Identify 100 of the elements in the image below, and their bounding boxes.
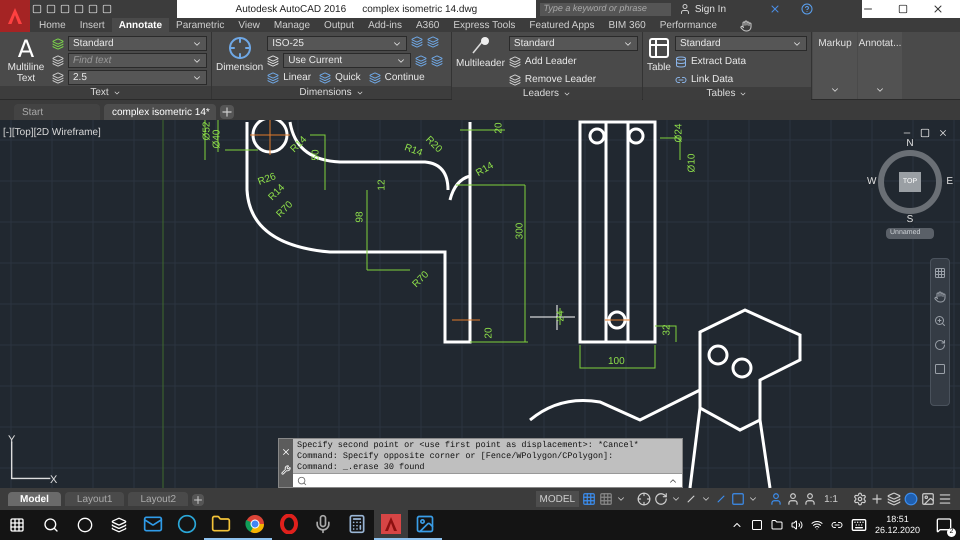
leader-icon <box>470 36 490 56</box>
ribbon-button[interactable]: Linear <box>267 70 312 85</box>
object-snap-icon[interactable] <box>731 492 746 506</box>
keyboard-icon[interactable] <box>850 517 867 533</box>
panel-title[interactable]: Text <box>0 86 211 99</box>
search-field[interactable]: Type a keyword or phrase <box>540 2 671 16</box>
layout-tab[interactable]: Layout1 <box>64 492 124 506</box>
command-input[interactable] <box>293 473 682 487</box>
close-icon[interactable] <box>281 447 291 457</box>
restore-icon[interactable] <box>898 4 908 14</box>
hardware-acceleration-icon[interactable] <box>904 492 918 506</box>
notification-icon[interactable] <box>936 517 952 533</box>
ortho-icon[interactable] <box>637 492 652 506</box>
ribbon-tab[interactable]: Express Tools <box>446 18 522 32</box>
table-icon <box>647 36 671 60</box>
auto-scale-icon[interactable] <box>786 492 800 506</box>
cortana-icon[interactable] <box>77 517 93 533</box>
ribbon-button[interactable]: Remove Leader <box>508 72 638 87</box>
compass-letter[interactable]: N <box>905 138 915 150</box>
collapsed-panel[interactable]: Markup <box>813 32 857 99</box>
ribbon-button[interactable]: Continue <box>368 70 425 85</box>
table-style-dropdown[interactable]: Standard <box>675 36 807 51</box>
ribbon-tab[interactable]: View <box>231 18 267 32</box>
close-icon[interactable] <box>932 3 944 15</box>
help-icon[interactable] <box>800 3 813 15</box>
dimension-label: 50 <box>312 149 322 161</box>
clock-time[interactable]: 18:51 <box>886 514 909 525</box>
snap-icon[interactable] <box>599 492 614 506</box>
ribbon-button[interactable]: Link Data <box>675 72 807 87</box>
ribbon-tab[interactable]: BIM 360 <box>601 18 653 32</box>
dimension-label: R14 <box>289 134 310 156</box>
ribbon-tab[interactable]: Parametric <box>169 18 232 32</box>
dimension-label: 100 <box>608 357 625 367</box>
dimension-label: Ø24 <box>674 124 684 142</box>
multileader-button[interactable]: Multileader <box>456 36 505 87</box>
ribbon-tab[interactable]: Manage <box>266 18 318 32</box>
file-tab[interactable]: complex isometric 14* <box>104 104 216 120</box>
command-window[interactable]: Specify second point or <use first point as displacement>: *Cancel* Command: Specify opposite corner or [Fence/WPolygon/CPolygon]: Command: _.erase 30 found <box>278 438 683 488</box>
dimension-icon <box>228 36 252 60</box>
viewport-label[interactable]: [-][Top][2D Wireframe] <box>3 125 101 140</box>
layout-tab[interactable]: Model <box>8 492 61 506</box>
showmotion-icon[interactable] <box>934 363 946 375</box>
annotation-scale-icon[interactable] <box>803 492 818 506</box>
user-icon <box>678 3 691 15</box>
ribbon-tab[interactable]: Insert <box>72 18 112 32</box>
annotation-scale[interactable]: 1:1 <box>820 492 842 506</box>
menu-icon[interactable] <box>938 492 952 506</box>
ribbon-button[interactable]: Extract Data <box>675 54 807 69</box>
tray-icon[interactable] <box>750 519 763 531</box>
text-height-dropdown[interactable]: 2.5 <box>68 70 207 85</box>
dimension-label: R14 <box>474 161 496 179</box>
table-button[interactable]: Table <box>647 36 671 87</box>
add-layout-icon[interactable] <box>192 494 204 506</box>
ribbon-tab[interactable]: Home <box>32 18 73 32</box>
annotation-visibility-icon[interactable] <box>769 492 784 506</box>
collapsed-panel[interactable]: Annotat... <box>858 32 902 99</box>
panel-title[interactable]: Tables <box>643 87 811 100</box>
panel-title[interactable]: Dimensions <box>212 86 451 99</box>
layout-tab[interactable]: Layout2 <box>128 492 188 506</box>
multiline-text-button[interactable]: A Multiline Text <box>4 36 48 86</box>
close-icon[interactable] <box>938 128 948 138</box>
ribbon-tab[interactable]: Performance <box>652 18 724 32</box>
taskbar-app[interactable] <box>374 510 408 540</box>
ribbon-tab[interactable]: Output <box>317 18 362 32</box>
plus-icon[interactable] <box>870 492 884 506</box>
ribbon-button[interactable]: Quick <box>319 70 361 85</box>
ribbon-tab[interactable]: Featured Apps <box>522 18 602 32</box>
pan-icon[interactable] <box>934 291 946 303</box>
compass-letter[interactable]: E <box>945 176 954 188</box>
orbit-icon[interactable] <box>934 339 946 351</box>
search-icon[interactable] <box>43 517 59 533</box>
ring-icon <box>279 514 299 534</box>
ribbon-tab[interactable]: A360 <box>408 18 446 32</box>
new-tab-icon[interactable] <box>220 105 234 119</box>
clock-date[interactable]: 26.12.2020 <box>874 525 920 536</box>
dimension-button[interactable]: Dimension <box>216 36 264 86</box>
file-tab[interactable]: Start <box>14 104 100 120</box>
tab-options-icon[interactable] <box>740 20 752 32</box>
panel-title[interactable]: Leaders <box>452 87 642 100</box>
model-space-button[interactable]: MODEL <box>536 491 580 507</box>
dimension-layer-dropdown[interactable]: Use Current <box>283 53 412 68</box>
ribbon-button[interactable]: Add Leader <box>508 54 638 69</box>
volume-icon[interactable] <box>790 519 803 531</box>
compass-letter[interactable]: S <box>906 214 914 226</box>
text-style-dropdown[interactable]: Standard <box>68 36 207 51</box>
zoom-icon[interactable] <box>934 315 946 327</box>
grid-icon[interactable] <box>582 492 596 506</box>
ribbon-tab[interactable]: Add-ins <box>361 18 409 32</box>
dimension-style-dropdown[interactable]: ISO-25 <box>267 36 408 51</box>
compass-letter[interactable]: W <box>866 176 878 188</box>
ribbon-tab[interactable]: Annotate <box>112 18 170 32</box>
leader-style-dropdown[interactable]: Standard <box>508 36 638 51</box>
settings-icon[interactable] <box>853 492 867 506</box>
customize-icon[interactable] <box>281 465 291 475</box>
clean-screen-icon[interactable] <box>921 492 935 506</box>
polar-icon[interactable] <box>654 492 668 506</box>
wheel-icon[interactable] <box>934 267 946 279</box>
navigation-bar[interactable] <box>930 258 950 406</box>
exchange-icon[interactable] <box>768 3 781 15</box>
dimension-label: 12 <box>378 179 388 191</box>
